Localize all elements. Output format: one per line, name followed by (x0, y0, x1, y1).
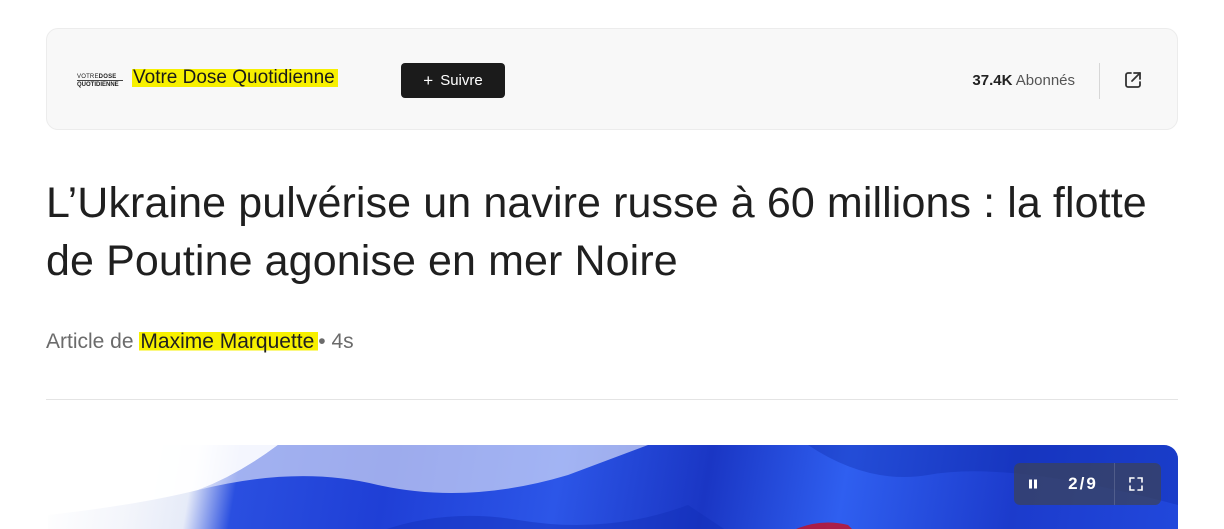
flag-image (48, 445, 1178, 529)
follow-label: Suivre (440, 72, 483, 89)
publisher-bar: VOTREDOSE QUOTIDIENNE Votre Dose Quotidi… (46, 28, 1178, 130)
plus-icon: + (423, 71, 434, 90)
article-age: 4s (331, 330, 354, 353)
logo-line-1: VOTREDOSE (77, 74, 123, 81)
subscriber-count: 37.4K Abonnés (972, 72, 1075, 89)
logo-word-votre: VOTRE (77, 73, 99, 80)
external-link-icon[interactable] (1122, 69, 1144, 91)
fullscreen-icon[interactable] (1114, 463, 1157, 505)
follow-button[interactable]: + Suivre (401, 63, 505, 98)
separator-line (46, 399, 1178, 400)
article-headline: L’Ukraine pulvérise un navire russe à 60… (46, 179, 1147, 285)
subscriber-label: Abonnés (1015, 72, 1075, 89)
publisher-logo[interactable]: VOTREDOSE QUOTIDIENNE (77, 73, 123, 88)
author-link[interactable]: Maxime Marquette (139, 330, 319, 353)
byline-separator: • (318, 330, 326, 353)
publisher-name[interactable]: Votre Dose Quotidienne (132, 67, 338, 89)
logo-line-2: QUOTIDIENNE (77, 81, 119, 88)
byline-prefix: Article de (46, 330, 134, 353)
divider (1099, 63, 1100, 99)
slide-counter: 2/9 (1068, 474, 1098, 493)
slideshow-controls: 2/9 (1014, 463, 1161, 505)
logo-word-dose: DOSE (98, 73, 117, 80)
byline: Article de Maxime Marquette • 4s (46, 330, 354, 354)
subscriber-number: 37.4K (972, 72, 1013, 89)
article-image-slideshow[interactable]: 2/9 (48, 445, 1178, 529)
article-page: VOTREDOSE QUOTIDIENNE Votre Dose Quotidi… (0, 0, 1224, 529)
pause-icon[interactable] (1014, 463, 1052, 505)
